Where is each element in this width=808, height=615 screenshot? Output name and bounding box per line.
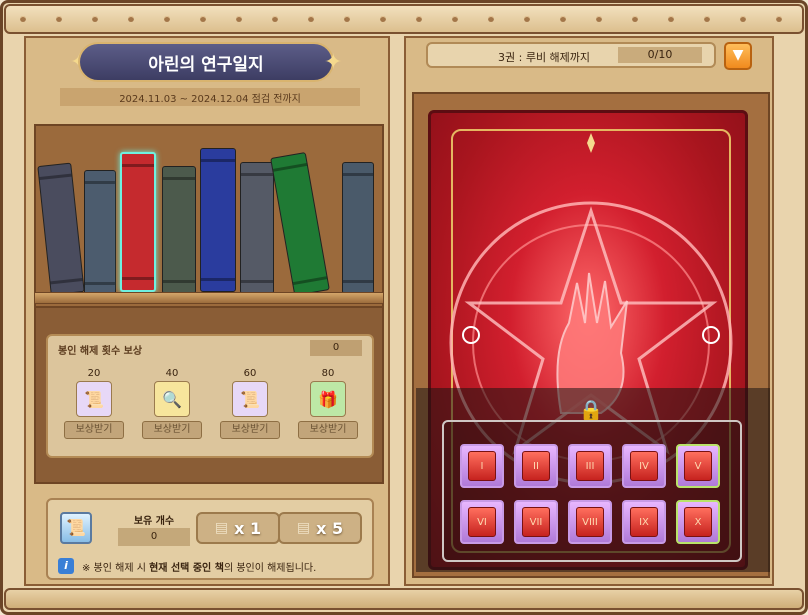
- rivet-icon: [740, 16, 746, 22]
- note-text: 의 봉인이 해제됩니다.: [223, 563, 317, 574]
- scroll-icon: ▤: [296, 520, 311, 536]
- unseal-item-slot: IX: [622, 500, 666, 544]
- shelf-board: [34, 292, 384, 304]
- holdings-panel: 📜 보유 개수 0 ▤ x 1 ▤ x 5 i ※ 봉인 해제 시 현재 선택 …: [46, 498, 374, 580]
- holdings-label: 보유 개수: [133, 516, 175, 527]
- title-ornament-right-icon: ✦: [324, 50, 343, 75]
- claim-reward-button[interactable]: 보상받기: [220, 421, 280, 439]
- reward-heading: 봉인 해제 횟수 보상: [58, 346, 143, 357]
- rivet-icon: [308, 16, 314, 22]
- scroll-icon: VII: [522, 507, 550, 537]
- bookshelf: [34, 124, 384, 310]
- holdings-value: 0: [118, 528, 190, 546]
- unseal-item-slot: IV: [622, 444, 666, 488]
- scroll-icon: IX: [630, 507, 658, 537]
- scroll-icon: 📜: [76, 381, 112, 417]
- rivet-icon: [668, 16, 674, 22]
- volume-dropdown-button[interactable]: ▼: [724, 42, 752, 70]
- scroll-icon: VI: [468, 507, 496, 537]
- book-spine[interactable]: [84, 170, 116, 296]
- unseal-item-slot: VI: [460, 500, 504, 544]
- rivet-icon: [524, 16, 530, 22]
- reward-threshold: 20: [87, 368, 101, 379]
- top-bar: [4, 4, 804, 34]
- unseal-x5-label: x 5: [316, 518, 344, 538]
- book-spine[interactable]: [37, 162, 85, 296]
- book-spine[interactable]: [162, 166, 196, 294]
- rivet-icon: [272, 16, 278, 22]
- progress-label: 3권 : 루비 해제까지: [498, 51, 591, 64]
- chevron-down-icon: ▼: [732, 47, 744, 63]
- scroll-icon: II: [522, 451, 550, 481]
- rivet-icon: [200, 16, 206, 22]
- unseal-item-slot: I: [460, 444, 504, 488]
- info-icon[interactable]: i: [58, 558, 74, 574]
- scroll-icon: I: [468, 451, 496, 481]
- unseal-item-slot: III: [568, 444, 612, 488]
- rivet-icon: [380, 16, 386, 22]
- reward-item-60: 60 📜 보상받기: [220, 368, 280, 439]
- scroll-icon: VIII: [576, 507, 604, 537]
- rivet-icon: [632, 16, 638, 22]
- book-spine[interactable]: [342, 162, 374, 294]
- reward-item-80: 80 🎁 보상받기: [298, 368, 358, 439]
- reward-count: 0: [310, 340, 362, 356]
- magnifier-icon: 🔍: [154, 381, 190, 417]
- book-spine[interactable]: [240, 162, 274, 294]
- rivet-icon: [560, 16, 566, 22]
- rivet-icon: [344, 16, 350, 22]
- rivet-icon: [452, 16, 458, 22]
- book-spine[interactable]: [200, 148, 236, 292]
- claim-reward-button[interactable]: 보상받기: [298, 421, 358, 439]
- bottom-bar: [4, 588, 804, 610]
- unseal-x5-button[interactable]: ▤ x 5: [278, 512, 362, 544]
- unseal-item-slot: V: [676, 444, 720, 488]
- rivet-icon: [164, 16, 170, 22]
- rivet-icon: [128, 16, 134, 22]
- reward-item-20: 20 📜 보상받기: [64, 368, 124, 439]
- rivet-icon: [596, 16, 602, 22]
- scroll-icon: 📜: [232, 381, 268, 417]
- book-spine[interactable]: [120, 152, 156, 292]
- reward-item-40: 40 🔍 보상받기: [142, 368, 202, 439]
- claim-reward-button[interactable]: 보상받기: [142, 421, 202, 439]
- unseal-item-grid: I II III IV V VI VII VIII IX X: [442, 420, 742, 562]
- note-text: ※ 봉인 해제 시: [82, 563, 150, 574]
- progress-box: 3권 : 루비 해제까지 0/10: [426, 42, 716, 68]
- unseal-item-slot: VII: [514, 500, 558, 544]
- unseal-note: ※ 봉인 해제 시 현재 선택 중인 책의 봉인이 해제됩니다.: [82, 559, 316, 574]
- page-title: 아린의 연구일지: [78, 42, 334, 82]
- reward-threshold: 80: [321, 368, 335, 379]
- progress-value: 0/10: [618, 47, 702, 63]
- unseal-x1-label: x 1: [234, 518, 262, 538]
- rivet-icon: [56, 16, 62, 22]
- rivet-icon: [20, 16, 26, 22]
- rivet-icon: [776, 16, 782, 22]
- note-emphasis: 현재 선택 중인 책: [149, 563, 224, 574]
- event-period: 2024.11.03 ~ 2024.12.04 점검 전까지: [60, 88, 360, 106]
- scroll-icon: IV: [630, 451, 658, 481]
- rivet-icon: [704, 16, 710, 22]
- book-spine[interactable]: [270, 151, 330, 297]
- unseal-item-slot: X: [676, 500, 720, 544]
- rivet-icon: [92, 16, 98, 22]
- rivet-icon: [236, 16, 242, 22]
- scroll-icon: V: [684, 451, 712, 481]
- rivet-icon: [488, 16, 494, 22]
- reward-panel: 봉인 해제 횟수 보상 0 20 📜 보상받기 40 🔍 보상받기 60 📜 보…: [46, 334, 374, 458]
- seal-scroll-icon: 📜: [60, 512, 92, 544]
- treasure-chest-icon: 🎁: [310, 381, 346, 417]
- reward-threshold: 60: [243, 368, 257, 379]
- reward-threshold: 40: [165, 368, 179, 379]
- unseal-item-slot: II: [514, 444, 558, 488]
- scroll-icon: ▤: [214, 520, 229, 536]
- claim-reward-button[interactable]: 보상받기: [64, 421, 124, 439]
- rivet-icon: [416, 16, 422, 22]
- scroll-icon: X: [684, 507, 712, 537]
- page-title-text: 아린의 연구일지: [148, 54, 264, 75]
- scroll-icon: III: [576, 451, 604, 481]
- unseal-x1-button[interactable]: ▤ x 1: [196, 512, 280, 544]
- unseal-item-slot: VIII: [568, 500, 612, 544]
